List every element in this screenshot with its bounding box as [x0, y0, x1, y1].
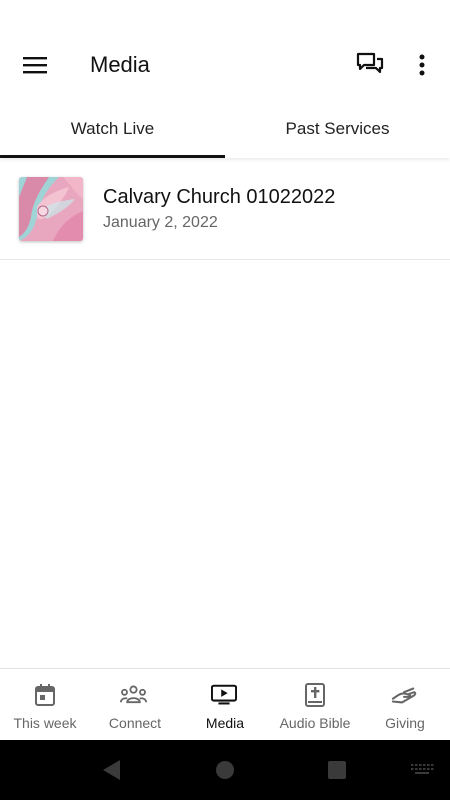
- more-vertical-icon: [419, 54, 425, 76]
- media-list: Calvary Church 01022022 January 2, 2022: [0, 160, 450, 260]
- tab-label: Past Services: [285, 119, 390, 138]
- hand-giving-icon: [391, 683, 417, 707]
- tab-label: Watch Live: [70, 119, 155, 138]
- more-options-button[interactable]: [408, 50, 436, 80]
- nav-item-this-week[interactable]: This week: [0, 669, 90, 741]
- menu-button[interactable]: [18, 50, 52, 80]
- recent-apps-icon[interactable]: [328, 761, 346, 779]
- bible-icon: [303, 683, 327, 707]
- app-bar: Media: [0, 0, 450, 100]
- tab-bar: Watch Live Past Services: [0, 100, 450, 158]
- hamburger-menu-icon: [23, 57, 47, 74]
- home-icon[interactable]: [216, 761, 234, 779]
- nav-label: Connect: [108, 715, 162, 731]
- tab-selected-indicator: [0, 155, 225, 158]
- bottom-navigation: This week Connect Media Audio Bible Givi…: [0, 668, 450, 741]
- nav-label: Media: [205, 715, 245, 731]
- nav-item-audio-bible[interactable]: Audio Bible: [270, 669, 360, 741]
- media-title: Calvary Church 01022022: [103, 186, 336, 208]
- nav-item-media[interactable]: Media: [180, 669, 270, 741]
- media-date: January 2, 2022: [103, 214, 218, 231]
- chat-button[interactable]: [352, 50, 388, 80]
- tv-play-icon: [211, 683, 237, 707]
- tab-watch-live[interactable]: Watch Live: [0, 100, 225, 158]
- nav-item-giving[interactable]: Giving: [360, 669, 450, 741]
- media-thumbnail: [19, 177, 83, 241]
- back-icon[interactable]: [100, 758, 124, 782]
- chat-bubbles-icon: [356, 52, 384, 74]
- group-icon: [120, 683, 147, 707]
- list-item[interactable]: Calvary Church 01022022 January 2, 2022: [0, 160, 450, 260]
- nav-label: Audio Bible: [279, 715, 351, 731]
- nav-item-connect[interactable]: Connect: [90, 669, 180, 741]
- calendar-icon: [33, 683, 57, 707]
- tab-past-services[interactable]: Past Services: [225, 100, 450, 158]
- nav-label: Giving: [385, 715, 425, 731]
- page-title: Media: [90, 52, 150, 77]
- system-navigation-bar: [0, 740, 450, 800]
- nav-label: This week: [13, 715, 77, 731]
- keyboard-icon[interactable]: [410, 762, 434, 778]
